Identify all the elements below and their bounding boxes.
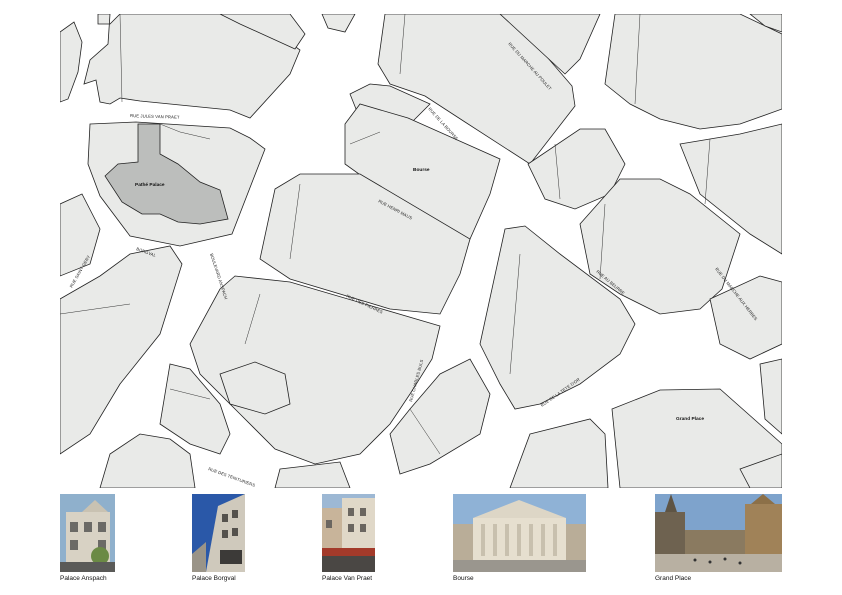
photo-caption: Palace Borgval [192,575,236,582]
photo-caption: Palace Van Praet [322,575,373,582]
photo-bourse [453,494,586,572]
place-label-grand-place: Grand Place [676,416,704,422]
city-map: RUE JULES VAN PRAET RUE DE LA BOURSE RUE… [60,14,782,488]
photo-palace-borgval [192,494,245,572]
photo-caption: Palace Anspach [60,575,107,582]
photo-palace-van-praet [322,494,375,572]
photo-grand-place [655,494,782,572]
photo-caption: Bourse [453,575,474,582]
place-label-pathe-palace: Pathé Palace [135,182,165,188]
photo-palace-anspach [60,494,115,572]
photo-caption: Grand Place [655,575,692,582]
place-label-bourse: Bourse [413,167,430,173]
